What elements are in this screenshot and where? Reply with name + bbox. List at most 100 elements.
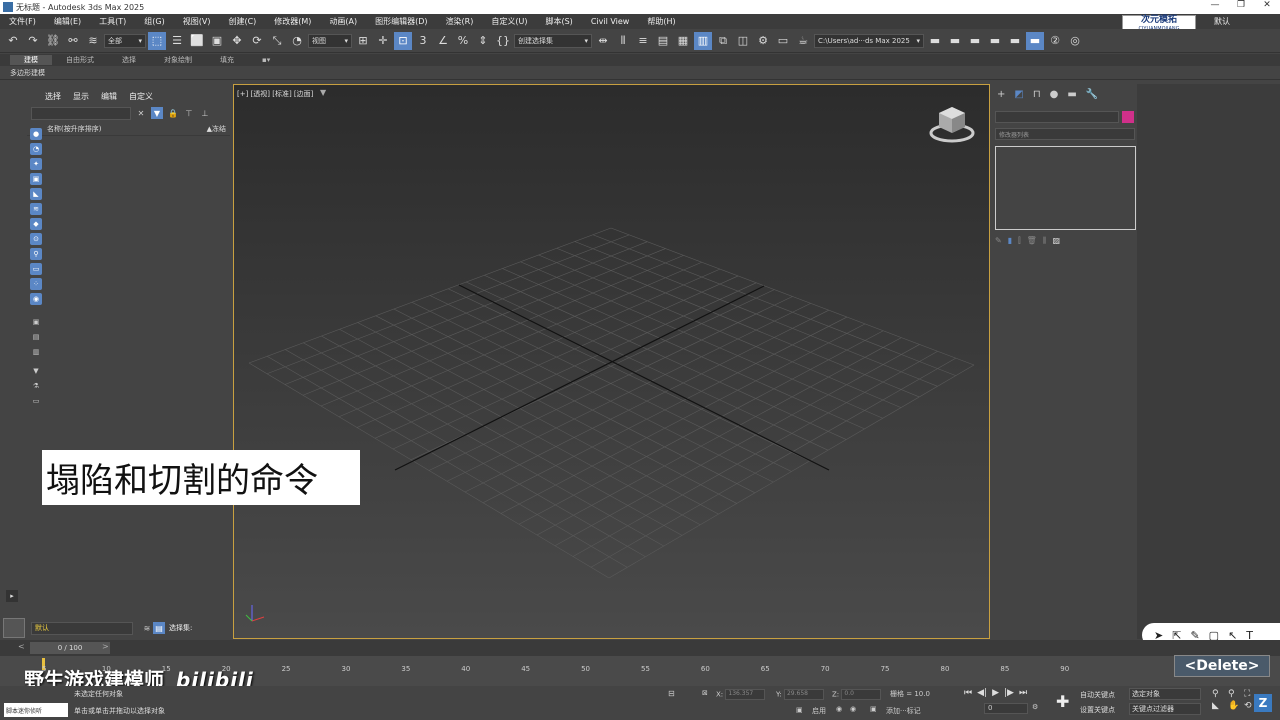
y-field[interactable]: 29.658 — [783, 689, 824, 700]
show-end-result-icon[interactable]: ▮ — [1008, 236, 1012, 246]
curve-editor-icon[interactable]: ▥ — [694, 31, 712, 50]
layer-dropdown[interactable]: 默认 — [31, 621, 133, 635]
pivot-center-icon[interactable]: ⊞ — [354, 32, 372, 50]
display-layers-icon[interactable]: ▭ — [30, 395, 42, 407]
menu-customize[interactable]: 自定义(U) — [482, 16, 536, 27]
ref-coord-dropdown[interactable]: 视图 ▾ — [308, 33, 352, 48]
selection-filter-dropdown[interactable]: 全部 ▾ — [104, 33, 146, 48]
menu-create[interactable]: 创建(C) — [219, 16, 265, 27]
enable-label[interactable]: 启用 — [812, 706, 826, 716]
scale-icon[interactable]: ⤡ — [268, 32, 286, 50]
ribbon-tab-object-paint[interactable]: 对象绘制 — [150, 55, 206, 65]
zoom-icon[interactable]: ⚲ — [1212, 689, 1226, 699]
add-tag-label[interactable]: 添加···标记 — [886, 706, 921, 716]
redo-icon[interactable]: ↷ — [24, 32, 42, 50]
extra-tool-4-icon[interactable]: ▬ — [1006, 32, 1024, 50]
sync-selection-icon[interactable]: ⊥ — [199, 107, 211, 119]
set-key-icon[interactable]: ✚ — [1056, 692, 1069, 711]
rendered-frame-icon[interactable]: ▭ — [774, 32, 792, 50]
go-to-start-icon[interactable]: ⏮ — [964, 688, 972, 698]
menu-group[interactable]: 组(G) — [135, 16, 173, 27]
menu-tools[interactable]: 工具(T) — [90, 16, 135, 27]
toggle-layer-explorer-icon[interactable]: ≡ — [634, 32, 652, 50]
display-none-icon[interactable]: ▥ — [30, 346, 42, 358]
next-key-icon[interactable]: |▶ — [1004, 688, 1014, 698]
layer-manager-icon[interactable]: ▤ — [153, 622, 165, 634]
display-groups-icon[interactable]: ◆ — [30, 218, 42, 230]
fov-icon[interactable]: ◣ — [1212, 701, 1226, 711]
go-to-end-icon[interactable]: ⏭ — [1019, 688, 1027, 698]
move-icon[interactable]: ✥ — [228, 32, 246, 50]
current-frame-field[interactable]: 0 — [984, 703, 1028, 714]
menu-rendering[interactable]: 渲染(R) — [437, 16, 483, 27]
modifier-stack[interactable] — [995, 146, 1136, 230]
menu-edit[interactable]: 编辑(E) — [45, 16, 90, 27]
play-icon[interactable]: ▶ — [992, 688, 999, 698]
percent-snap-icon[interactable]: % — [454, 32, 472, 50]
add-time-tag-icon[interactable]: ▣ — [870, 705, 877, 713]
zoom-all-icon[interactable]: ⚲ — [1228, 689, 1242, 699]
render-setup-icon[interactable]: ⚙ — [754, 32, 772, 50]
expand-arrow-icon[interactable]: ▸ — [6, 590, 18, 602]
display-bones-icon[interactable]: ⚲ — [30, 248, 42, 260]
scene-explorer-icon[interactable]: ▤ — [654, 32, 672, 50]
key-filter-button[interactable]: 关键点过滤器 — [1129, 703, 1201, 715]
ribbon-tab-populate[interactable]: 填充 — [206, 55, 248, 65]
rect-selection-icon[interactable]: ⬜ — [188, 32, 206, 50]
settings-circle-icon[interactable]: ◎ — [1066, 32, 1084, 50]
pan-icon[interactable]: ✋ — [1228, 701, 1242, 711]
ribbon-tab-freeform[interactable]: 自由形式 — [52, 55, 108, 65]
select-manipulate-icon[interactable]: ✛ — [374, 32, 392, 50]
se-menu-customize[interactable]: 自定义 — [123, 91, 159, 102]
display-filter-icon[interactable]: ▼ — [30, 365, 42, 377]
object-color-swatch[interactable] — [1122, 111, 1134, 123]
next-frame-icon[interactable]: > — [102, 642, 109, 651]
set-key-button[interactable]: 设置关键点 — [1080, 703, 1115, 718]
enable-toggle-icon[interactable]: ◉ — [836, 705, 842, 713]
selected-object-dropdown[interactable]: 选定对象 — [1129, 688, 1201, 700]
select-by-name-icon[interactable]: ☰ — [168, 32, 186, 50]
prev-key-icon[interactable]: ◀| — [977, 688, 987, 698]
prev-frame-icon[interactable]: < — [18, 642, 25, 651]
schematic-view-icon[interactable]: ⧉ — [714, 32, 732, 50]
viewport-filter-icon[interactable]: ▼ — [320, 88, 326, 97]
place-icon[interactable]: ◔ — [288, 32, 306, 50]
spinner-snap-icon[interactable]: ⇕ — [474, 32, 492, 50]
utilities-tab-icon[interactable]: 🔧 — [1086, 89, 1098, 100]
layer-swatch[interactable] — [3, 618, 25, 638]
z-field[interactable]: 0.0 — [841, 689, 882, 700]
select-object-icon[interactable]: ⬚ — [148, 31, 166, 50]
display-containers-icon[interactable]: ▭ — [30, 263, 42, 275]
menu-graph-editors[interactable]: 图形编辑器(D) — [366, 16, 436, 27]
menu-help[interactable]: 帮助(H) — [638, 16, 684, 27]
display-cameras-icon[interactable]: ▣ — [30, 173, 42, 185]
object-name-field[interactable] — [995, 111, 1119, 123]
bind-spacewarp-icon[interactable]: ≋ — [84, 32, 102, 50]
extra-tool-5-icon[interactable]: ▬ — [1026, 31, 1044, 50]
display-frozen-icon[interactable]: ▣ — [30, 316, 42, 328]
ribbon-options-icon[interactable]: ▪▾ — [248, 56, 284, 64]
render-icon[interactable]: ☕ — [794, 32, 812, 50]
display-lights-icon[interactable]: ✦ — [30, 158, 42, 170]
adaptive-degradation-icon[interactable]: ▣ — [796, 706, 803, 714]
minimize-button[interactable]: — — [1202, 0, 1228, 10]
named-selection-dropdown[interactable]: 创建选择集 ▾ — [514, 33, 592, 48]
project-path-dropdown[interactable]: C:\Users\ad···ds Max 2025 ▾ — [814, 33, 924, 48]
display-particles-icon[interactable]: ⁘ — [30, 278, 42, 290]
layer-stack-icon[interactable]: ≋ — [141, 622, 153, 634]
maximize-button[interactable]: ❐ — [1228, 0, 1254, 10]
motion-tab-icon[interactable]: ● — [1050, 89, 1059, 100]
abs-mode-icon[interactable]: ⊠ — [702, 689, 708, 697]
isolate-icon[interactable]: ⊟ — [668, 689, 675, 698]
keyboard-shortcut-icon[interactable]: ⊡ — [394, 31, 412, 50]
lock-icon[interactable]: 🔒 — [167, 107, 179, 119]
help-circle-icon[interactable]: ② — [1046, 32, 1064, 50]
hierarchy-tab-icon[interactable]: ⊓ — [1033, 89, 1041, 100]
menu-file[interactable]: 文件(F) — [0, 16, 45, 27]
menu-modifiers[interactable]: 修改器(M) — [265, 16, 320, 27]
workspace-label[interactable]: 默认 — [1214, 16, 1230, 27]
maximize-viewport-icon[interactable]: Z — [1254, 694, 1272, 712]
unlink-icon[interactable]: ⚯ — [64, 32, 82, 50]
link-icon[interactable]: ⛓ — [44, 32, 62, 50]
open-project-icon[interactable]: ▬ — [926, 32, 944, 50]
